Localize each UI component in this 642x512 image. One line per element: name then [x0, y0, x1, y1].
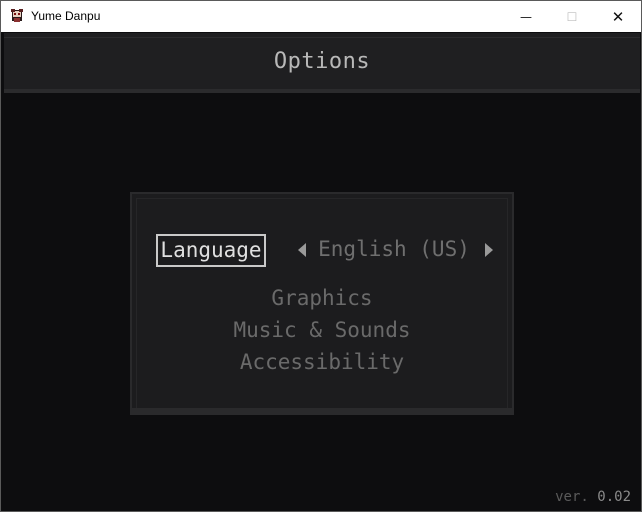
version-prefix: ver. [555, 489, 589, 505]
minimize-button[interactable]: — [503, 1, 549, 32]
language-option[interactable]: Language [156, 234, 266, 267]
page-title: Options [273, 49, 371, 74]
menu-panel-footer-bar [132, 408, 512, 413]
game-window: Yume Danpu — ☐ ✕ Options Language Englis… [0, 0, 642, 512]
title-bar[interactable]: Yume Danpu — ☐ ✕ [1, 1, 641, 32]
app-character-icon [11, 9, 23, 22]
accessibility-option[interactable]: Accessibility [130, 350, 514, 374]
options-header: Options [4, 33, 640, 93]
maximize-button[interactable]: ☐ [549, 1, 595, 32]
window-title: Yume Danpu [31, 9, 101, 23]
arrow-left-icon[interactable] [298, 243, 306, 257]
language-value: English (US) [318, 237, 470, 261]
close-button[interactable]: ✕ [595, 1, 641, 32]
version-label: ver. 0.02 [555, 489, 631, 505]
version-number: 0.02 [597, 489, 631, 505]
music-sounds-option[interactable]: Music & Sounds [130, 318, 514, 342]
graphics-option[interactable]: Graphics [130, 286, 514, 310]
header-divider [4, 37, 640, 38]
arrow-right-icon[interactable] [485, 243, 493, 257]
